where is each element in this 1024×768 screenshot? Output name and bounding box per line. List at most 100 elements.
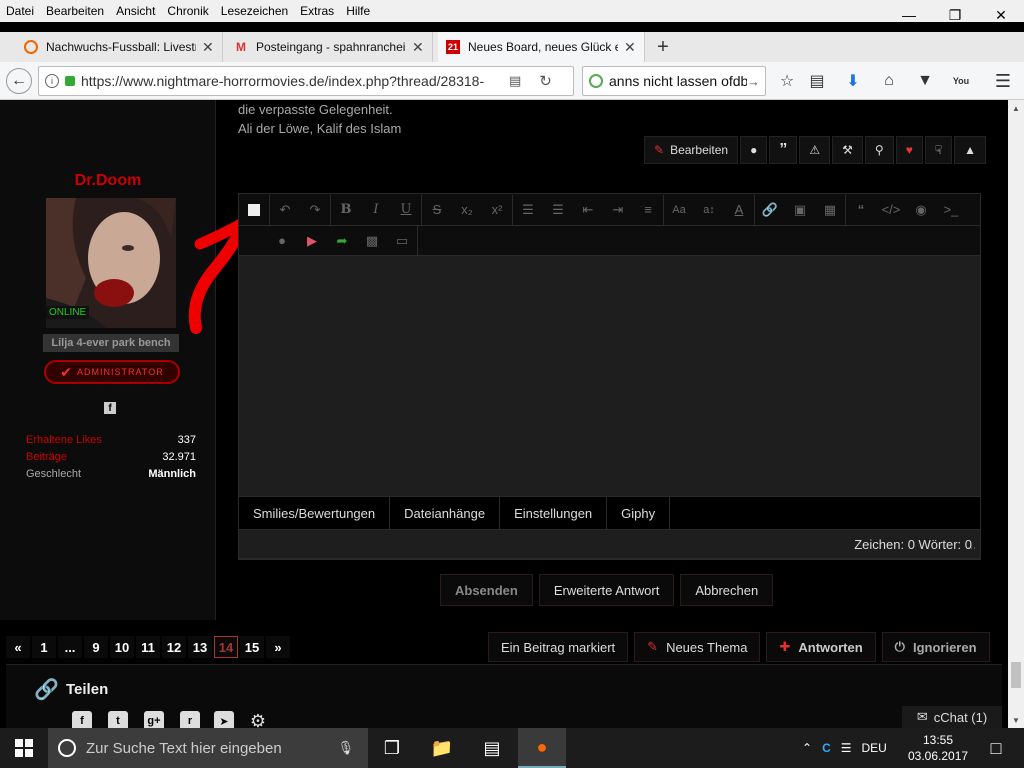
link-button[interactable]: 🔗 [755, 195, 785, 225]
network-icon[interactable]: ☰ [841, 741, 852, 755]
page-link[interactable]: 9 [84, 636, 108, 658]
page-link[interactable]: 11 [136, 636, 160, 658]
settings-gear-icon[interactable]: ⚙ [248, 711, 268, 729]
tray-up-icon[interactable]: ⌃ [802, 741, 812, 755]
info-icon[interactable]: i [45, 74, 59, 88]
search-bar[interactable]: anns nicht lassen ofdb → [582, 66, 766, 96]
indent-button[interactable]: ⇥ [603, 195, 633, 225]
tab-smilies[interactable]: Smilies/Bewertungen [239, 497, 391, 529]
report-button[interactable]: ⚠ [799, 136, 831, 164]
pocket-icon[interactable]: ▼ [912, 68, 938, 94]
source-mode-button[interactable] [239, 195, 269, 225]
reload-icon[interactable]: ↻ [539, 72, 552, 90]
username[interactable]: Dr.Doom [0, 172, 216, 190]
font-size-button[interactable]: a↕ [694, 195, 724, 225]
scroll-up-icon[interactable]: ▲ [1008, 100, 1024, 116]
file-explorer-icon[interactable]: 📁 [418, 728, 466, 768]
googleplus-share-icon[interactable]: g+ [144, 711, 164, 728]
page-link[interactable]: 10 [110, 636, 134, 658]
close-window-button[interactable]: ✕ [978, 0, 1024, 30]
twitter-share-icon[interactable]: t [108, 711, 128, 728]
bookmark-star-icon[interactable]: ☆ [774, 68, 800, 94]
page-ellipsis[interactable]: ... [58, 636, 82, 658]
media-globe-button[interactable]: ● [267, 226, 297, 256]
reply-button[interactable]: ✚ Antworten [766, 632, 876, 662]
maximize-button[interactable]: ❐ [932, 0, 978, 30]
page-link[interactable]: 1 [32, 636, 56, 658]
reddit-share-icon[interactable]: r [180, 711, 200, 728]
redo-button[interactable]: ↷ [300, 195, 330, 225]
microphone-icon[interactable]: 🎙 [337, 740, 354, 756]
menu-ansicht[interactable]: Ansicht [110, 4, 161, 18]
scroll-thumb[interactable] [1011, 662, 1021, 688]
menu-bearbeiten[interactable]: Bearbeiten [40, 4, 110, 18]
google-play-button[interactable]: ▶ [297, 226, 327, 256]
close-tab-icon[interactable]: ✕ [412, 39, 424, 56]
download-icon[interactable]: ⬇ [840, 68, 866, 94]
menu-datei[interactable]: Datei [0, 4, 40, 18]
page-link[interactable]: 12 [162, 636, 186, 658]
page-first[interactable]: « [6, 636, 30, 658]
search-go-icon[interactable]: → [747, 74, 760, 89]
underline-button[interactable]: U [391, 195, 421, 225]
stat-key[interactable]: Erhaltene Likes [26, 434, 102, 446]
start-button[interactable] [0, 728, 48, 768]
ignore-button[interactable]: ⏻ Ignorieren [881, 632, 990, 662]
scroll-down-icon[interactable]: ▼ [1008, 712, 1024, 728]
tab-board[interactable]: 21 Neues Board, neues Glück e.V. ✕ [438, 32, 645, 62]
menu-chronik[interactable]: Chronik [161, 4, 214, 18]
strikethrough-button[interactable]: S [422, 195, 452, 225]
tab-nachwuchs[interactable]: Nachwuchs-Fussball: Livestream ✕ [16, 32, 223, 62]
home-icon[interactable]: ⌂ [876, 68, 902, 94]
subscript-button[interactable]: x₂ [452, 195, 482, 225]
align-button[interactable]: ≡ [633, 195, 663, 225]
facebook-icon[interactable]: f [104, 402, 116, 414]
back-button[interactable]: ← [6, 68, 32, 94]
youtube-icon[interactable]: You [948, 68, 974, 94]
tab-gmail[interactable]: M Posteingang - spahnrancheinfo ✕ [226, 32, 433, 62]
new-topic-button[interactable]: ✎ Neues Thema [634, 632, 761, 662]
tab-settings[interactable]: Einstellungen [500, 497, 608, 529]
url-bar[interactable]: i https://www.nightmare-horrormovies.de/… [38, 66, 574, 96]
app-icon[interactable]: ▤ [468, 728, 516, 768]
ordered-list-button[interactable]: ☰ [513, 195, 543, 225]
quote-button[interactable]: ” [769, 136, 798, 164]
unordered-list-button[interactable]: ☰ [543, 195, 573, 225]
extended-reply-button[interactable]: Erweiterte Antwort [538, 574, 675, 606]
language-indicator[interactable]: DEU [862, 741, 887, 755]
facebook-share-icon[interactable]: f [72, 711, 92, 728]
scroll-top-button[interactable]: ▲ [954, 136, 987, 164]
cc-tray-icon[interactable]: C [822, 741, 831, 755]
firefox-icon[interactable]: ● [518, 728, 566, 768]
reader-view-icon[interactable]: ▤ [509, 73, 521, 89]
tab-attachments[interactable]: Dateianhänge [390, 497, 501, 529]
page-link[interactable]: 15 [240, 636, 264, 658]
marked-posts-button[interactable]: Ein Beitrag markiert [488, 632, 629, 662]
quote-insert-button[interactable]: “ [846, 195, 876, 225]
new-tab-button[interactable]: + [652, 32, 674, 62]
spoiler-button[interactable]: ◉ [906, 195, 936, 225]
telegram-share-icon[interactable]: ➤ [214, 711, 234, 728]
page-link[interactable]: 13 [188, 636, 212, 658]
taskbar-clock[interactable]: 13:55 03.06.2017 [908, 732, 968, 764]
pin-button[interactable]: ⚲ [864, 136, 894, 164]
font-family-button[interactable]: Aa [664, 195, 694, 225]
outdent-button[interactable]: ⇤ [573, 195, 603, 225]
font-color-button[interactable]: A [724, 195, 754, 225]
close-tab-icon[interactable]: ✕ [624, 39, 636, 56]
bold-button[interactable]: B [331, 195, 361, 225]
globe-button[interactable]: ● [740, 136, 768, 164]
inline-code-button[interactable]: >_ [936, 195, 966, 225]
green-arrow-button[interactable]: ➦ [327, 226, 357, 256]
stat-key[interactable]: Beiträge [26, 451, 67, 463]
hamburger-menu-icon[interactable]: ☰ [990, 68, 1016, 94]
tab-giphy[interactable]: Giphy [607, 497, 671, 529]
video-button[interactable]: ▩ [357, 226, 387, 256]
menu-hilfe[interactable]: Hilfe [340, 4, 376, 18]
table-button[interactable]: ▦ [815, 195, 845, 225]
page-next[interactable]: » [266, 636, 290, 658]
undo-button[interactable]: ↶ [270, 195, 300, 225]
dislike-button[interactable]: ☟ [924, 136, 953, 164]
submit-button[interactable]: Absenden [440, 574, 533, 606]
bookmarks-list-icon[interactable]: ▤ [804, 68, 830, 94]
